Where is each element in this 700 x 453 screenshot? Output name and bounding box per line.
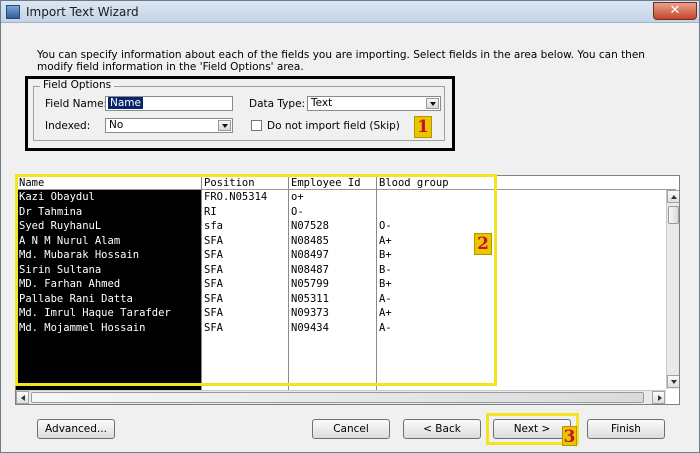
indexed-select[interactable]: No [105, 118, 233, 133]
indexed-label: Indexed: [45, 120, 91, 132]
annotation-badge-1: 1 [414, 116, 432, 138]
skip-field-label[interactable]: Do not import field (Skip) [267, 120, 400, 132]
back-button[interactable]: < Back [403, 419, 481, 439]
import-text-wizard-window: Import Text Wizard ✕ You can specify inf… [0, 0, 700, 453]
field-name-value: Name [108, 97, 143, 109]
scroll-left-icon[interactable] [16, 391, 29, 404]
window-title: Import Text Wizard [26, 5, 139, 19]
advanced-button[interactable]: Advanced... [37, 419, 115, 439]
data-type-select[interactable]: Text [307, 96, 441, 111]
chevron-down-icon[interactable] [426, 98, 439, 109]
chevron-down-icon[interactable] [218, 120, 231, 131]
data-type-value: Text [311, 97, 333, 109]
field-options-group [33, 86, 445, 141]
field-name-label: Field Name: [45, 98, 108, 110]
close-button[interactable]: ✕ [653, 2, 697, 20]
scroll-down-icon[interactable] [667, 375, 679, 388]
scroll-right-icon[interactable] [652, 391, 665, 404]
intro-text: You can specify information about each o… [37, 49, 645, 73]
skip-field-checkbox[interactable] [251, 120, 262, 131]
vertical-scroll-thumb[interactable] [668, 206, 679, 224]
data-type-label: Data Type: [249, 98, 306, 110]
annotation-box-2 [15, 174, 497, 386]
horizontal-scroll-thumb[interactable] [31, 392, 644, 403]
scroll-up-icon[interactable] [667, 190, 679, 203]
field-options-legend: Field Options [40, 79, 115, 91]
import-wizard-icon [6, 5, 20, 19]
horizontal-scrollbar[interactable] [16, 390, 666, 404]
vertical-scrollbar[interactable] [666, 190, 679, 389]
finish-button[interactable]: Finish [587, 419, 665, 439]
title-bar: Import Text Wizard ✕ [1, 1, 699, 23]
field-name-input[interactable]: Name [105, 96, 233, 111]
cancel-button[interactable]: Cancel [312, 419, 390, 439]
annotation-badge-2: 2 [474, 233, 492, 255]
annotation-badge-3: 3 [562, 426, 577, 447]
indexed-value: No [109, 119, 124, 131]
